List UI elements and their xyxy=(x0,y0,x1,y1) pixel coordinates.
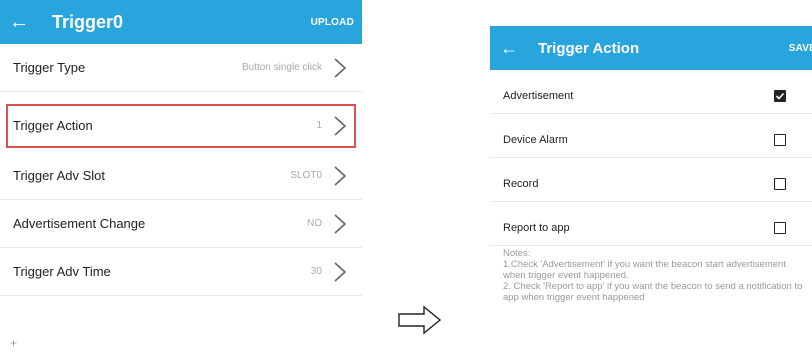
trigger-settings-screen: ← Trigger0 UPLOAD Trigger Type Button si… xyxy=(0,0,362,354)
option-label: Advertisement xyxy=(503,89,574,102)
row-trigger-adv-time[interactable]: Trigger Adv Time 30 xyxy=(0,248,362,296)
option-label: Record xyxy=(503,177,539,190)
trigger-action-screen: ← Trigger Action SAVE Advertisement Devi… xyxy=(490,26,812,354)
outline-arrow-right-icon xyxy=(398,305,442,335)
row-advertisement-change[interactable]: Advertisement Change NO xyxy=(0,200,362,248)
chevron-right-icon xyxy=(334,115,347,136)
row-value: Button single click xyxy=(241,62,322,73)
app-bar: ← Trigger Action SAVE xyxy=(490,26,812,70)
page-title: Trigger Action xyxy=(538,39,640,57)
checkmark-icon xyxy=(775,92,785,100)
row-value: 30 xyxy=(310,266,322,277)
checkbox[interactable] xyxy=(774,177,786,190)
checkbox-checked[interactable] xyxy=(774,89,786,102)
notes-line-2: 2. Check 'Report to app' if you want the… xyxy=(503,281,803,303)
page-title: Trigger0 xyxy=(52,11,124,32)
notes-heading: Notes: xyxy=(503,248,531,259)
notes-line-1: 1.Check 'Advertisement' if you want the … xyxy=(503,259,786,281)
option-record[interactable]: Record xyxy=(490,166,812,202)
option-device-alarm[interactable]: Device Alarm xyxy=(490,122,812,158)
save-button[interactable]: SAVE xyxy=(789,43,812,54)
upload-button[interactable]: UPLOAD xyxy=(311,17,354,28)
checkbox[interactable] xyxy=(774,221,786,234)
option-advertisement[interactable]: Advertisement xyxy=(490,78,812,114)
row-value: 1 xyxy=(316,120,322,131)
row-label: Trigger Type xyxy=(13,60,86,75)
back-arrow-icon[interactable]: ← xyxy=(0,0,34,44)
back-arrow-icon[interactable]: ← xyxy=(490,26,524,70)
row-trigger-adv-slot[interactable]: Trigger Adv Slot SLOT0 xyxy=(0,152,362,200)
row-value: NO xyxy=(307,218,322,229)
chevron-right-icon xyxy=(334,213,347,234)
chevron-right-icon xyxy=(334,57,347,78)
checkbox[interactable] xyxy=(774,133,786,146)
option-report-to-app[interactable]: Report to app xyxy=(490,210,812,246)
row-label: Trigger Adv Time xyxy=(13,264,111,279)
chevron-right-icon xyxy=(334,165,347,186)
row-label: Trigger Adv Slot xyxy=(13,168,106,183)
row-value: SLOT0 xyxy=(290,170,322,181)
row-label: Advertisement Change xyxy=(13,216,146,231)
row-trigger-action[interactable]: Trigger Action 1 xyxy=(6,104,356,148)
notes-text: Notes: 1.Check 'Advertisement' if you wa… xyxy=(503,248,803,303)
option-label: Report to app xyxy=(503,221,570,234)
add-icon[interactable]: + xyxy=(10,336,17,350)
app-bar: ← Trigger0 UPLOAD xyxy=(0,0,362,44)
row-label: Trigger Action xyxy=(13,118,93,133)
chevron-right-icon xyxy=(334,261,347,282)
row-trigger-type[interactable]: Trigger Type Button single click xyxy=(0,44,362,92)
option-label: Device Alarm xyxy=(503,133,568,146)
